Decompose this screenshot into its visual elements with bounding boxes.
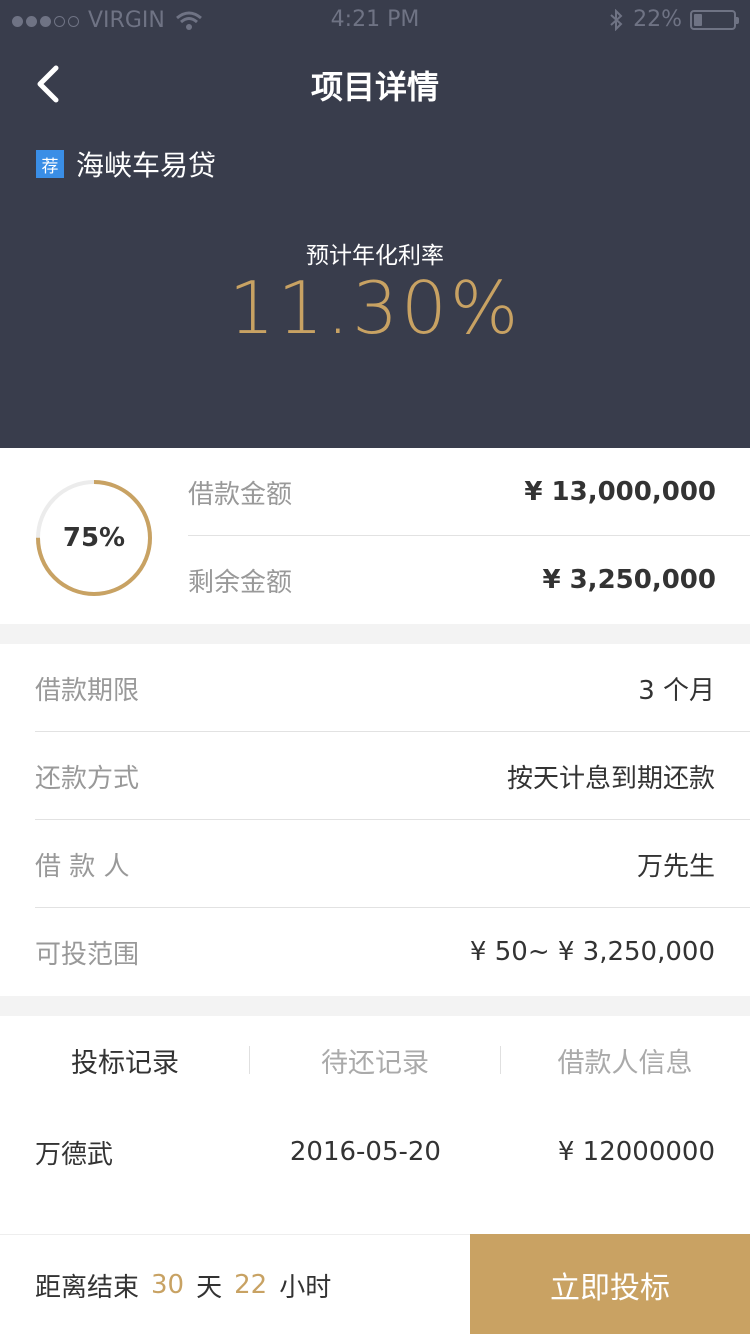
rate-value: 11.30% xyxy=(228,266,522,350)
details-card: 借款期限 3 个月 还款方式 按天计息到期还款 借 款 人 万先生 可投范围 ¥… xyxy=(0,644,750,996)
tab-repayment-records[interactable]: 待还记录 xyxy=(250,1016,500,1104)
term-label: 借款期限 xyxy=(35,675,140,706)
remaining-amount-row: 剩余金额 ¥ 3,250,000 xyxy=(188,536,716,624)
remaining-amount-value: ¥ 3,250,000 xyxy=(542,565,716,595)
info-row-range: 可投范围 ¥ 50~ ¥ 3,250,000 xyxy=(35,908,715,996)
info-row-repayment: 还款方式 按天计息到期还款 xyxy=(35,732,715,820)
battery-icon xyxy=(690,9,739,30)
project-header: VIRGIN 4:21 PM 22% 项目详情 荐 海峡车易贷 预计年化利率 1… xyxy=(0,0,750,448)
term-value: 3 个月 xyxy=(638,675,715,706)
list-item: 万德武 2016-05-20 ¥ 12000000 xyxy=(35,1130,715,1174)
product-title: 荐 海峡车易贷 xyxy=(36,144,216,184)
countdown-days-unit: 天 xyxy=(196,1272,223,1303)
loan-amount-row: 借款金额 ¥ 13,000,000 xyxy=(188,448,716,536)
record-date: 2016-05-20 xyxy=(289,1137,441,1167)
range-value: ¥ 50~ ¥ 3,250,000 xyxy=(469,937,715,967)
countdown-hours: 22 xyxy=(234,1270,268,1300)
tab-bid-records[interactable]: 投标记录 xyxy=(0,1016,250,1104)
tab-separator xyxy=(249,1046,250,1074)
countdown-hours-unit: 小时 xyxy=(279,1272,332,1303)
countdown: 距离结束 30 天 22 小时 xyxy=(35,1235,331,1334)
range-label: 可投范围 xyxy=(35,939,140,970)
progress-percent: 75% xyxy=(62,523,126,553)
info-row-term: 借款期限 3 个月 xyxy=(35,644,715,732)
page-title: 项目详情 xyxy=(310,68,439,106)
record-amount: ¥ 12000000 xyxy=(557,1137,715,1167)
repayment-value: 按天计息到期还款 xyxy=(506,763,715,794)
records-card: 投标记录 待还记录 借款人信息 万德武 2016-05-20 ¥ 1200000… xyxy=(0,1016,750,1234)
product-name: 海峡车易贷 xyxy=(76,149,217,182)
invest-now-button[interactable]: 立即投标 xyxy=(470,1234,750,1334)
bluetooth-icon xyxy=(610,8,623,31)
bottom-bar: 距离结束 30 天 22 小时 立即投标 xyxy=(0,1234,750,1334)
borrower-value: 万先生 xyxy=(636,851,715,882)
battery-percent: 22% xyxy=(633,7,682,32)
countdown-days: 30 xyxy=(151,1270,185,1300)
tab-borrower-info[interactable]: 借款人信息 xyxy=(500,1016,750,1104)
record-tabs: 投标记录 待还记录 借款人信息 xyxy=(0,1016,750,1104)
recommend-badge: 荐 xyxy=(36,150,64,178)
loan-amount-value: ¥ 13,000,000 xyxy=(524,477,716,507)
info-row-borrower: 借 款 人 万先生 xyxy=(35,820,715,908)
record-name: 万德武 xyxy=(35,1139,114,1170)
repayment-label: 还款方式 xyxy=(35,763,140,794)
status-right: 22% xyxy=(609,7,739,32)
borrower-label: 借 款 人 xyxy=(35,851,130,882)
countdown-label: 距离结束 xyxy=(35,1272,140,1303)
rate-label: 预计年化利率 xyxy=(306,243,444,269)
amount-card: 75% 借款金额 ¥ 13,000,000 剩余金额 ¥ 3,250,000 xyxy=(0,448,750,624)
status-bar: VIRGIN 4:21 PM 22% xyxy=(0,0,750,40)
tab-separator xyxy=(500,1046,501,1074)
loan-amount-label: 借款金额 xyxy=(188,479,293,510)
remaining-amount-label: 剩余金额 xyxy=(188,567,293,598)
